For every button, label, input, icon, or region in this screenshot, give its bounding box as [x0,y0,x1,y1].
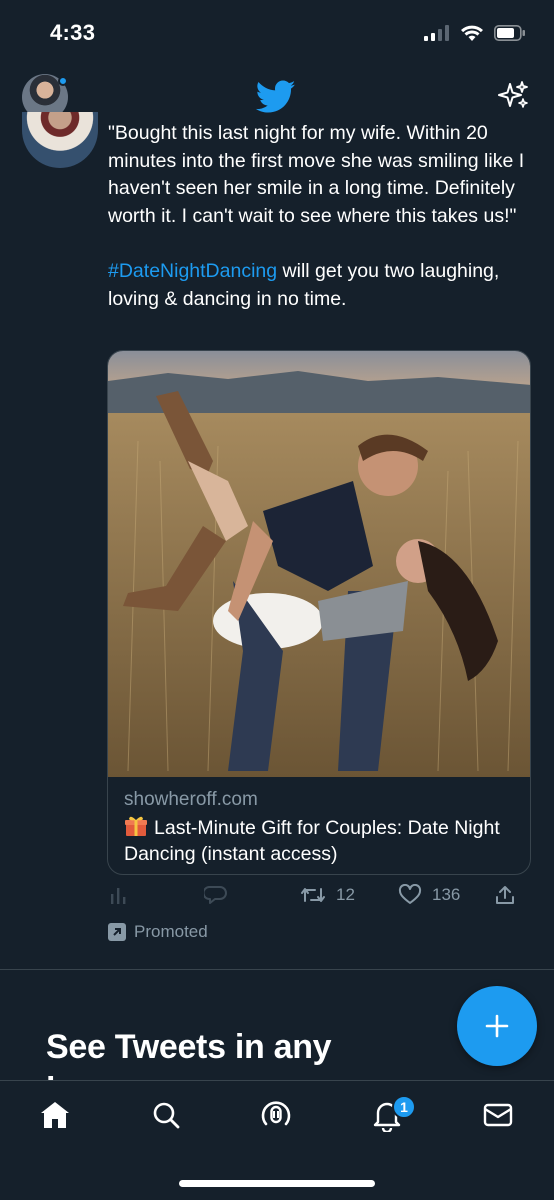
nav-spaces[interactable] [256,1095,296,1135]
card-domain: showheroff.com [124,789,258,810]
status-icons [424,24,526,42]
share-icon [496,886,514,904]
sparkle-icon[interactable] [498,80,530,112]
analytics-icon [111,888,126,904]
card-image[interactable] [108,351,530,777]
retweet-count: 12 [336,885,355,904]
like-count: 136 [432,885,461,904]
unread-dot [58,76,68,86]
promoted-label: Promoted [108,922,208,942]
home-icon [41,1102,69,1128]
couple-dancing-in-field-photo [108,351,530,777]
notifications-badge: 1 [392,1095,416,1119]
home-indicator [179,1180,375,1187]
reply-icon [204,886,227,904]
compose-tweet-button[interactable] [457,986,537,1066]
tweet-text: "Bought this last night for my wife. Wit… [108,120,538,341]
retweet-button[interactable]: 12 [300,884,355,906]
nav-home[interactable] [35,1095,75,1135]
section-heading-continued: l [46,1071,55,1080]
twitter-bird-icon[interactable] [256,80,296,114]
heart-icon [398,884,422,904]
analytics-button[interactable] [108,884,130,906]
status-time: 4:33 [50,20,96,45]
tweet-actions: 12 136 [108,884,528,916]
tweet-quote: "Bought this last night for my wife. Wit… [108,122,525,227]
status-bar: 4:33 [0,0,554,60]
battery-icon [494,25,525,41]
divider [0,969,554,970]
nav-search[interactable] [146,1095,186,1135]
nav-messages[interactable] [478,1095,518,1135]
gift-emoji [125,816,147,836]
hashtag-link[interactable]: #DateNightDancing [108,260,277,282]
wifi-icon [461,25,483,41]
section-heading: See Tweets in any [46,1028,332,1066]
plus-icon [485,1014,509,1038]
share-button[interactable] [494,884,516,906]
promoted-text: Promoted [134,922,208,941]
reply-button[interactable] [204,884,228,906]
promoted-icon [108,923,126,941]
card-title-text: Last-Minute Gift for Couples: Date Night… [124,817,500,865]
card-title: Last-Minute Gift for Couples: Date Night… [124,815,516,867]
search-icon [153,1102,180,1129]
author-avatar[interactable] [22,112,98,168]
link-card[interactable]: showheroff.com Last-Minute Gift for Coup… [107,350,531,875]
messages-icon [483,1103,513,1127]
cellular-signal-icon [424,25,449,41]
tweet-hashtag-line: #DateNightDancing will get you two laugh… [108,258,538,313]
like-button[interactable]: 136 [398,884,460,906]
retweet-icon [301,888,325,902]
spaces-icon [261,1101,291,1126]
